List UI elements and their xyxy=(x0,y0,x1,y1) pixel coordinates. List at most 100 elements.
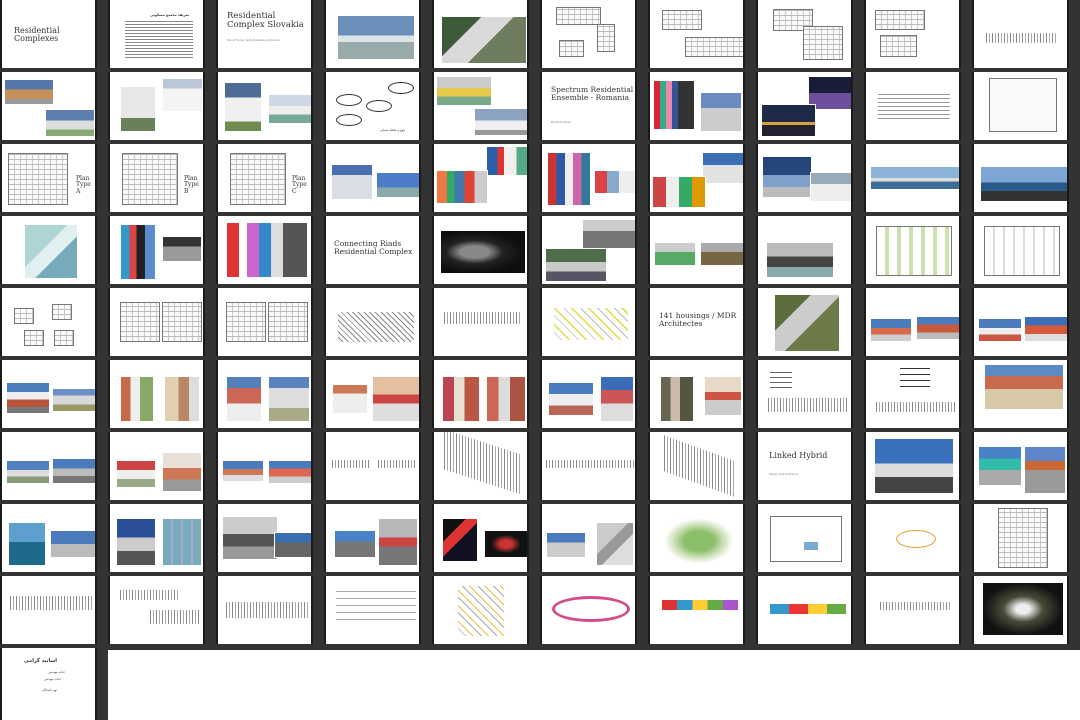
slide-thumbnail-14[interactable]: تنوع و تفکیک فضایی xyxy=(324,72,421,140)
slide-thumbnail-86[interactable] xyxy=(540,576,637,644)
slide-thumbnail-17[interactable] xyxy=(648,72,745,140)
building-photo xyxy=(546,532,586,558)
night-render xyxy=(982,582,1064,636)
slide-thumbnail-4[interactable] xyxy=(324,0,421,68)
slide-thumbnail-11[interactable] xyxy=(0,72,97,140)
slide-thumbnail-36[interactable] xyxy=(540,216,637,284)
slide-thumbnail-1[interactable]: Residential Complexes xyxy=(0,0,97,68)
slide-thumbnail-41[interactable] xyxy=(0,288,97,356)
slide-thumbnail-90[interactable] xyxy=(972,576,1069,644)
slide-thumbnail-16[interactable]: Spectrum Residential Ensemble - Romania … xyxy=(540,72,637,140)
slide-thumbnail-46[interactable] xyxy=(540,288,637,356)
slide-thumbnail-37[interactable] xyxy=(648,216,745,284)
slide-title: Residential Complexes xyxy=(14,26,60,44)
slide-thumbnail-82[interactable] xyxy=(108,576,205,644)
slide-thumbnail-20[interactable] xyxy=(972,72,1069,140)
slide-thumbnail-21[interactable]: Plan Type A xyxy=(0,144,97,212)
slide-thumbnail-69[interactable] xyxy=(864,432,961,500)
slide-thumbnail-66[interactable] xyxy=(540,432,637,500)
slide-thumbnail-35[interactable] xyxy=(432,216,529,284)
slide-thumbnail-58[interactable] xyxy=(756,360,853,428)
slide-thumbnail-7[interactable] xyxy=(648,0,745,68)
slide-thumbnail-60[interactable] xyxy=(972,360,1069,428)
slide-thumbnail-80[interactable] xyxy=(972,504,1069,572)
slide-thumbnail-63[interactable] xyxy=(216,432,313,500)
slide-thumbnail-26[interactable] xyxy=(540,144,637,212)
slide-thumbnail-48[interactable] xyxy=(756,288,853,356)
plan-label: Plan Type A xyxy=(76,175,91,195)
slide-thumbnail-57[interactable] xyxy=(648,360,745,428)
slide-thumbnail-9[interactable] xyxy=(864,0,961,68)
slide-thumbnail-32[interactable] xyxy=(108,216,205,284)
slide-thumbnail-73[interactable] xyxy=(216,504,313,572)
slide-thumbnail-24[interactable] xyxy=(324,144,421,212)
slide-thumbnail-29[interactable] xyxy=(864,144,961,212)
slide-thumbnail-40[interactable] xyxy=(972,216,1069,284)
slide-thumbnail-50[interactable] xyxy=(972,288,1069,356)
slide-thumbnail-13[interactable] xyxy=(216,72,313,140)
slide-thumbnail-8[interactable] xyxy=(756,0,853,68)
slide-thumbnail-77[interactable] xyxy=(648,504,745,572)
slide-thumbnail-12[interactable] xyxy=(108,72,205,140)
slide-thumbnail-19[interactable] xyxy=(864,72,961,140)
slide-thumbnail-27[interactable] xyxy=(648,144,745,212)
slide-thumbnail-54[interactable] xyxy=(324,360,421,428)
slide-thumbnail-45[interactable] xyxy=(432,288,529,356)
slide-thumbnail-2[interactable]: تعریف مجتمع مسکونی xyxy=(108,0,205,68)
slide-thumbnail-84[interactable] xyxy=(324,576,421,644)
slide-thumbnail-55[interactable] xyxy=(432,360,529,428)
slide-thumbnail-70[interactable] xyxy=(972,432,1069,500)
slide-thumbnail-51[interactable] xyxy=(0,360,97,428)
slide-thumbnail-52[interactable] xyxy=(108,360,205,428)
slide-thumbnail-64[interactable] xyxy=(324,432,421,500)
unit-plan xyxy=(14,308,34,324)
slide-thumbnail-81[interactable] xyxy=(0,576,97,644)
slide-thumbnail-59[interactable] xyxy=(864,360,961,428)
unit-plan xyxy=(52,304,72,320)
slide-thumbnail-33[interactable] xyxy=(216,216,313,284)
slide-thumbnail-5[interactable] xyxy=(432,0,529,68)
slide-thumbnail-47[interactable]: 141 housings / MDR Architectes xyxy=(648,288,745,356)
slide-thumbnail-31[interactable] xyxy=(0,216,97,284)
slide-thumbnail-18[interactable] xyxy=(756,72,853,140)
building-photo xyxy=(596,522,634,566)
slide-title: اساتید گرامی xyxy=(24,658,57,664)
slide-thumbnail-85[interactable] xyxy=(432,576,529,644)
slide-thumbnail-10[interactable] xyxy=(972,0,1069,68)
slide-thumbnail-74[interactable] xyxy=(324,504,421,572)
slide-thumbnail-78[interactable] xyxy=(756,504,853,572)
slide-thumbnail-88[interactable] xyxy=(756,576,853,644)
slide-thumbnail-44[interactable] xyxy=(324,288,421,356)
slide-thumbnail-72[interactable] xyxy=(108,504,205,572)
slide-thumbnail-89[interactable] xyxy=(864,576,961,644)
slide-thumbnail-53[interactable] xyxy=(216,360,313,428)
slide-thumbnail-22[interactable]: Plan Type B xyxy=(108,144,205,212)
slide-thumbnail-23[interactable]: Plan Type C xyxy=(216,144,313,212)
slide-thumbnail-83[interactable] xyxy=(216,576,313,644)
slide-thumbnail-42[interactable] xyxy=(108,288,205,356)
slide-thumbnail-34[interactable]: Connecting Riads Residential Complex xyxy=(324,216,421,284)
slide-thumbnail-49[interactable] xyxy=(864,288,961,356)
slide-thumbnail-38[interactable] xyxy=(756,216,853,284)
slide-thumbnail-75[interactable] xyxy=(432,504,529,572)
slide-thumbnail-15[interactable] xyxy=(432,72,529,140)
slide-thumbnail-56[interactable] xyxy=(540,360,637,428)
slide-thumbnail-61[interactable] xyxy=(0,432,97,500)
slide-thumbnail-3[interactable]: Residential Complex Slovakia Mond Timber… xyxy=(216,0,313,68)
slide-thumbnail-39[interactable] xyxy=(864,216,961,284)
slide-thumbnail-62[interactable] xyxy=(108,432,205,500)
slide-thumbnail-30[interactable] xyxy=(972,144,1069,212)
slide-thumbnail-67[interactable] xyxy=(648,432,745,500)
slide-thumbnail-79[interactable] xyxy=(864,504,961,572)
slide-thumbnail-71[interactable] xyxy=(0,504,97,572)
slide-thumbnail-76[interactable] xyxy=(540,504,637,572)
slide-thumbnail-91[interactable]: اساتید گرامی جناب مهندس جناب مهندس تهیه … xyxy=(0,648,97,720)
slide-thumbnail-65[interactable] xyxy=(432,432,529,500)
slide-thumbnail-25[interactable] xyxy=(432,144,529,212)
building-photo xyxy=(654,242,696,266)
slide-thumbnail-68[interactable]: Linked Hybrid Steven Holl Architects xyxy=(756,432,853,500)
slide-thumbnail-43[interactable] xyxy=(216,288,313,356)
slide-thumbnail-6[interactable] xyxy=(540,0,637,68)
slide-thumbnail-28[interactable] xyxy=(756,144,853,212)
slide-thumbnail-87[interactable] xyxy=(648,576,745,644)
